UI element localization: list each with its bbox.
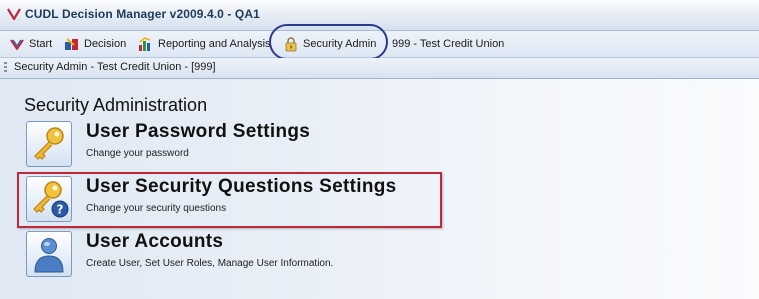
lock-icon: [285, 37, 297, 52]
option-description: Change your security questions: [86, 203, 227, 214]
option-description: Change your password: [86, 148, 189, 159]
key-icon: [34, 127, 64, 160]
key-question-icon: ?: [33, 181, 69, 218]
menu-item-security-admin-label: Security Admin: [303, 38, 377, 50]
option-title[interactable]: User Password Settings: [86, 121, 310, 143]
menu-item-reporting[interactable]: Reporting and Analysis: [138, 31, 271, 57]
page-title: Security Administration: [24, 95, 208, 115]
start-icon: [10, 39, 24, 50]
app-logo-icon: [7, 8, 21, 21]
option-tile[interactable]: [26, 121, 72, 167]
option-user-security-questions-settings[interactable]: ? User Security Questions Settings Chang…: [26, 176, 506, 226]
menu-item-decision-label: Decision: [84, 38, 127, 50]
credit-union-context: 999 - Test Credit Union: [392, 38, 505, 50]
menu-item-start-label: Start: [29, 38, 53, 50]
reporting-icon: [139, 37, 151, 51]
option-title[interactable]: User Accounts: [86, 231, 223, 253]
menu-item-security-admin[interactable]: Security Admin: [283, 31, 376, 57]
option-user-password-settings[interactable]: User Password Settings Change your passw…: [26, 121, 506, 171]
option-description: Create User, Set User Roles, Manage User…: [86, 258, 334, 269]
window-title: CUDL Decision Manager v2009.4.0 - QA1: [25, 7, 260, 21]
menu-bar: Start Decision Reporting and Analysis Se…: [0, 31, 759, 58]
option-user-accounts[interactable]: User Accounts Create User, Set User Role…: [26, 231, 506, 281]
option-title[interactable]: User Security Questions Settings: [86, 176, 397, 198]
option-tile[interactable]: ?: [26, 176, 72, 222]
document-tab-bar: Security Admin - Test Credit Union - [99…: [0, 58, 759, 79]
svg-text:?: ?: [57, 203, 64, 217]
tab-security-admin[interactable]: Security Admin - Test Credit Union - [99…: [14, 61, 216, 73]
decision-icon: [65, 38, 78, 50]
toolbar-grip[interactable]: [4, 62, 7, 74]
title-bar: CUDL Decision Manager v2009.4.0 - QA1: [0, 0, 759, 31]
content-area: Security Administration User Password Se…: [0, 79, 759, 299]
menu-item-start[interactable]: Start: [9, 31, 52, 57]
menu-item-reporting-label: Reporting and Analysis: [158, 38, 271, 50]
menu-item-decision[interactable]: Decision: [64, 31, 126, 57]
option-tile[interactable]: [26, 231, 72, 277]
user-icon: [34, 238, 64, 273]
